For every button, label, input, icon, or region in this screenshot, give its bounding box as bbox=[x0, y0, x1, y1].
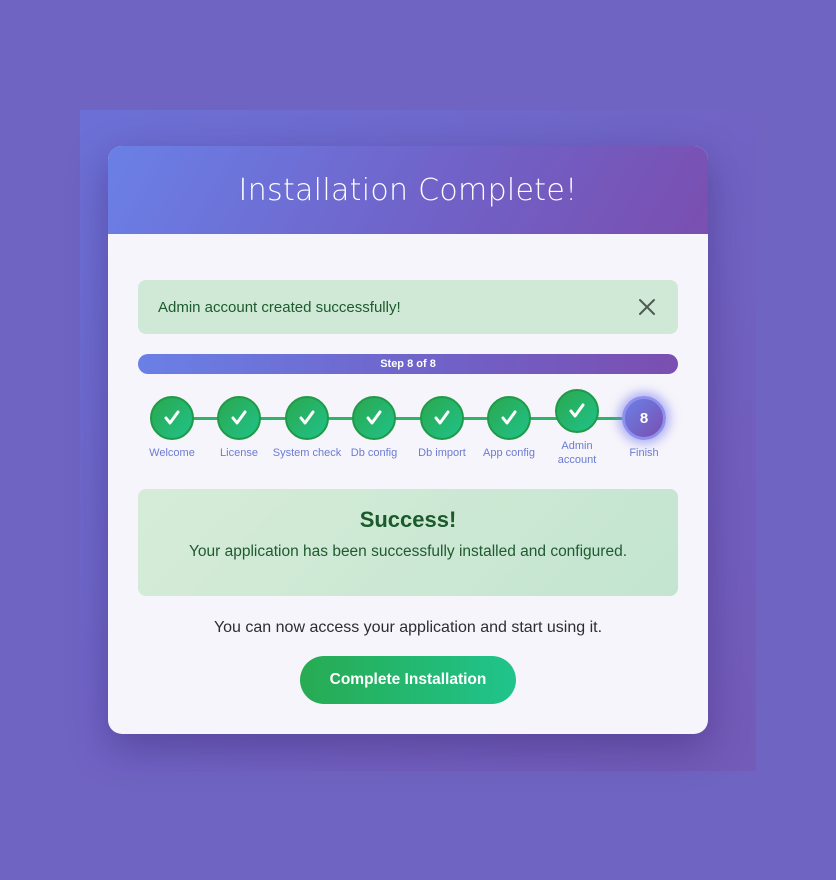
installer-card: Installation Complete! Admin account cre… bbox=[108, 146, 708, 734]
check-icon bbox=[487, 396, 531, 440]
step-label: License bbox=[220, 447, 258, 459]
complete-installation-button[interactable]: Complete Installation bbox=[300, 656, 516, 704]
step-number: 8 bbox=[639, 409, 649, 427]
alert-message: Admin account created successfully! bbox=[158, 298, 401, 316]
close-icon[interactable] bbox=[636, 296, 658, 318]
step-label: Db config bbox=[350, 447, 398, 459]
step-label: App config bbox=[483, 447, 535, 459]
card-header: Installation Complete! bbox=[108, 146, 708, 234]
progress-bar: Step 8 of 8 bbox=[138, 354, 678, 374]
step-welcome: Welcome bbox=[134, 396, 210, 460]
step-admin-account: Admin account bbox=[539, 389, 615, 467]
active-step-circle: 8 bbox=[622, 396, 666, 440]
step-label: Db import bbox=[418, 447, 466, 459]
step-app-config: App config bbox=[471, 396, 547, 460]
step-db-config: Db config bbox=[336, 396, 412, 460]
access-message: You can now access your application and … bbox=[213, 619, 603, 636]
check-icon bbox=[352, 396, 396, 440]
check-icon bbox=[285, 396, 329, 440]
success-message: Your application has been successfully i… bbox=[188, 543, 628, 560]
success-alert: Admin account created successfully! bbox=[138, 280, 678, 334]
step-license: License bbox=[201, 396, 277, 460]
step-label: Welcome bbox=[149, 447, 195, 459]
page-title: Installation Complete! bbox=[238, 172, 578, 208]
step-label: Finish bbox=[629, 447, 659, 459]
step-db-import: Db import bbox=[404, 396, 480, 460]
step-label: System check bbox=[272, 447, 342, 459]
success-panel: Success! Your application has been succe… bbox=[138, 489, 678, 596]
stepper: Welcome License System check Db config D bbox=[108, 382, 708, 472]
step-system-check: System check bbox=[269, 396, 345, 460]
check-icon bbox=[555, 389, 599, 433]
step-label: Admin account bbox=[557, 440, 597, 466]
check-icon bbox=[150, 396, 194, 440]
progress-label: Step 8 of 8 bbox=[380, 358, 436, 370]
success-heading: Success! bbox=[359, 507, 457, 532]
step-finish: 8 Finish bbox=[606, 396, 682, 460]
check-icon bbox=[217, 396, 261, 440]
check-icon bbox=[420, 396, 464, 440]
